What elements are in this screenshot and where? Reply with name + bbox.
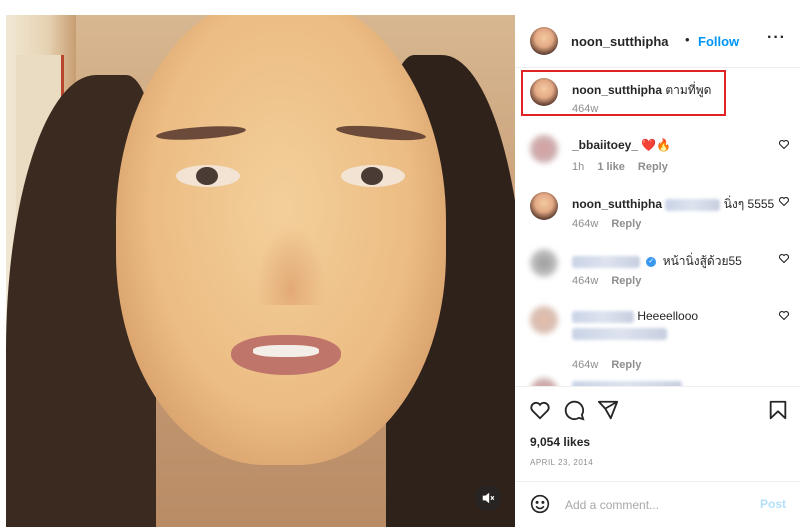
comment-body: หน้านิ่งสู้ด้วย55	[662, 254, 742, 268]
bookmark-icon[interactable]	[767, 399, 789, 421]
caption-username[interactable]: noon_sutthipha	[572, 83, 662, 97]
comment-meta: 1h 1 like Reply	[572, 161, 678, 173]
post-actions: 9,054 likes APRIL 23, 2014 Post	[515, 386, 800, 528]
comment-input[interactable]	[563, 495, 747, 515]
comment-meta: 464w Reply	[572, 218, 651, 230]
list-item: _bbaiitoey_ ❤️🔥 1h 1 like Reply	[515, 125, 800, 182]
separator-dot: •	[685, 32, 690, 47]
avatar[interactable]	[530, 306, 558, 334]
reply-button[interactable]: Reply	[611, 218, 641, 230]
post-button[interactable]: Post	[760, 497, 786, 511]
mute-icon[interactable]	[475, 485, 501, 511]
comment-username[interactable]: _bbaiitoey_	[572, 138, 638, 152]
share-icon[interactable]	[597, 399, 619, 421]
redacted-username	[572, 255, 640, 268]
comment-text: ✓ หน้านิ่งสู้ด้วย55	[572, 252, 742, 271]
comment-composer: Post	[515, 481, 800, 529]
author-username[interactable]: noon_sutthipha	[571, 34, 669, 49]
post-date: APRIL 23, 2014	[530, 458, 594, 467]
comment-meta: 464w Reply	[572, 359, 651, 371]
caption-body: ตามที่พูด	[665, 83, 712, 97]
follow-button[interactable]: Follow	[698, 34, 739, 49]
more-icon[interactable]: ···	[767, 29, 786, 47]
post-header: noon_sutthipha • Follow ···	[515, 15, 800, 68]
comment-body: นิ่งๆ 5555	[723, 197, 775, 211]
comment-time: 464w	[572, 275, 599, 287]
list-item: noon_sutthipha นิ่งๆ 5555 464w Reply	[515, 182, 800, 239]
caption: noon_sutthipha ตามที่พูด 464w	[515, 68, 800, 126]
video-eye-right	[341, 165, 405, 187]
avatar[interactable]	[530, 27, 558, 55]
comment-time: 464w	[572, 359, 599, 371]
video-eye-left	[176, 165, 240, 187]
comment-like-heart-icon[interactable]	[778, 252, 790, 267]
comment-like-heart-icon[interactable]	[778, 195, 790, 210]
comment-time: 1h	[572, 161, 585, 173]
comment-like-heart-icon[interactable]	[778, 309, 790, 324]
avatar[interactable]	[530, 378, 558, 386]
redacted-text	[572, 327, 667, 340]
caption-text: noon_sutthipha ตามที่พูด	[572, 81, 711, 100]
comment-body: Heeeellooo	[637, 309, 699, 323]
comment-text-line-2	[572, 326, 667, 340]
post-details-panel: noon_sutthipha • Follow ··· noon_sutthip…	[515, 15, 800, 527]
reply-button[interactable]: Reply	[611, 275, 641, 287]
list-item-partial	[515, 376, 800, 386]
reply-button[interactable]: Reply	[611, 359, 641, 371]
avatar[interactable]	[530, 192, 558, 220]
heart-icon[interactable]	[529, 399, 551, 421]
comment-body: ❤️🔥	[641, 138, 672, 152]
comments-list[interactable]: noon_sutthipha ตามที่พูด 464w _bbaiitoey…	[515, 68, 800, 386]
redacted-username	[572, 310, 634, 323]
comment-time: 464w	[572, 218, 599, 230]
caption-meta: 464w	[572, 103, 608, 115]
reply-button[interactable]: Reply	[638, 161, 668, 173]
video-mouth	[231, 335, 341, 375]
list-item: Heeeellooo 464w Reply	[515, 296, 800, 371]
avatar[interactable]	[530, 135, 558, 163]
comment-text: Heeeellooo	[572, 309, 698, 323]
caption-time: 464w	[572, 103, 599, 115]
comment-like-heart-icon[interactable]	[778, 138, 790, 153]
comment-username[interactable]: noon_sutthipha	[572, 197, 662, 211]
comment-icon[interactable]	[563, 399, 585, 421]
post-video[interactable]	[6, 15, 515, 527]
video-nose	[256, 225, 326, 305]
emoji-icon[interactable]	[530, 494, 550, 514]
comment-likes[interactable]: 1 like	[597, 161, 625, 173]
avatar[interactable]	[530, 78, 558, 106]
comment-text	[572, 379, 682, 386]
avatar[interactable]	[530, 249, 558, 277]
likes-count[interactable]: 9,054 likes	[530, 435, 590, 449]
comment-text: _bbaiitoey_ ❤️🔥	[572, 138, 671, 152]
comment-text: noon_sutthipha นิ่งๆ 5555	[572, 195, 774, 214]
redacted-mention	[665, 198, 721, 211]
verified-icon: ✓	[646, 256, 657, 267]
list-item: ✓ หน้านิ่งสู้ด้วย55 464w Reply	[515, 239, 800, 296]
comment-meta: 464w Reply	[572, 275, 651, 287]
